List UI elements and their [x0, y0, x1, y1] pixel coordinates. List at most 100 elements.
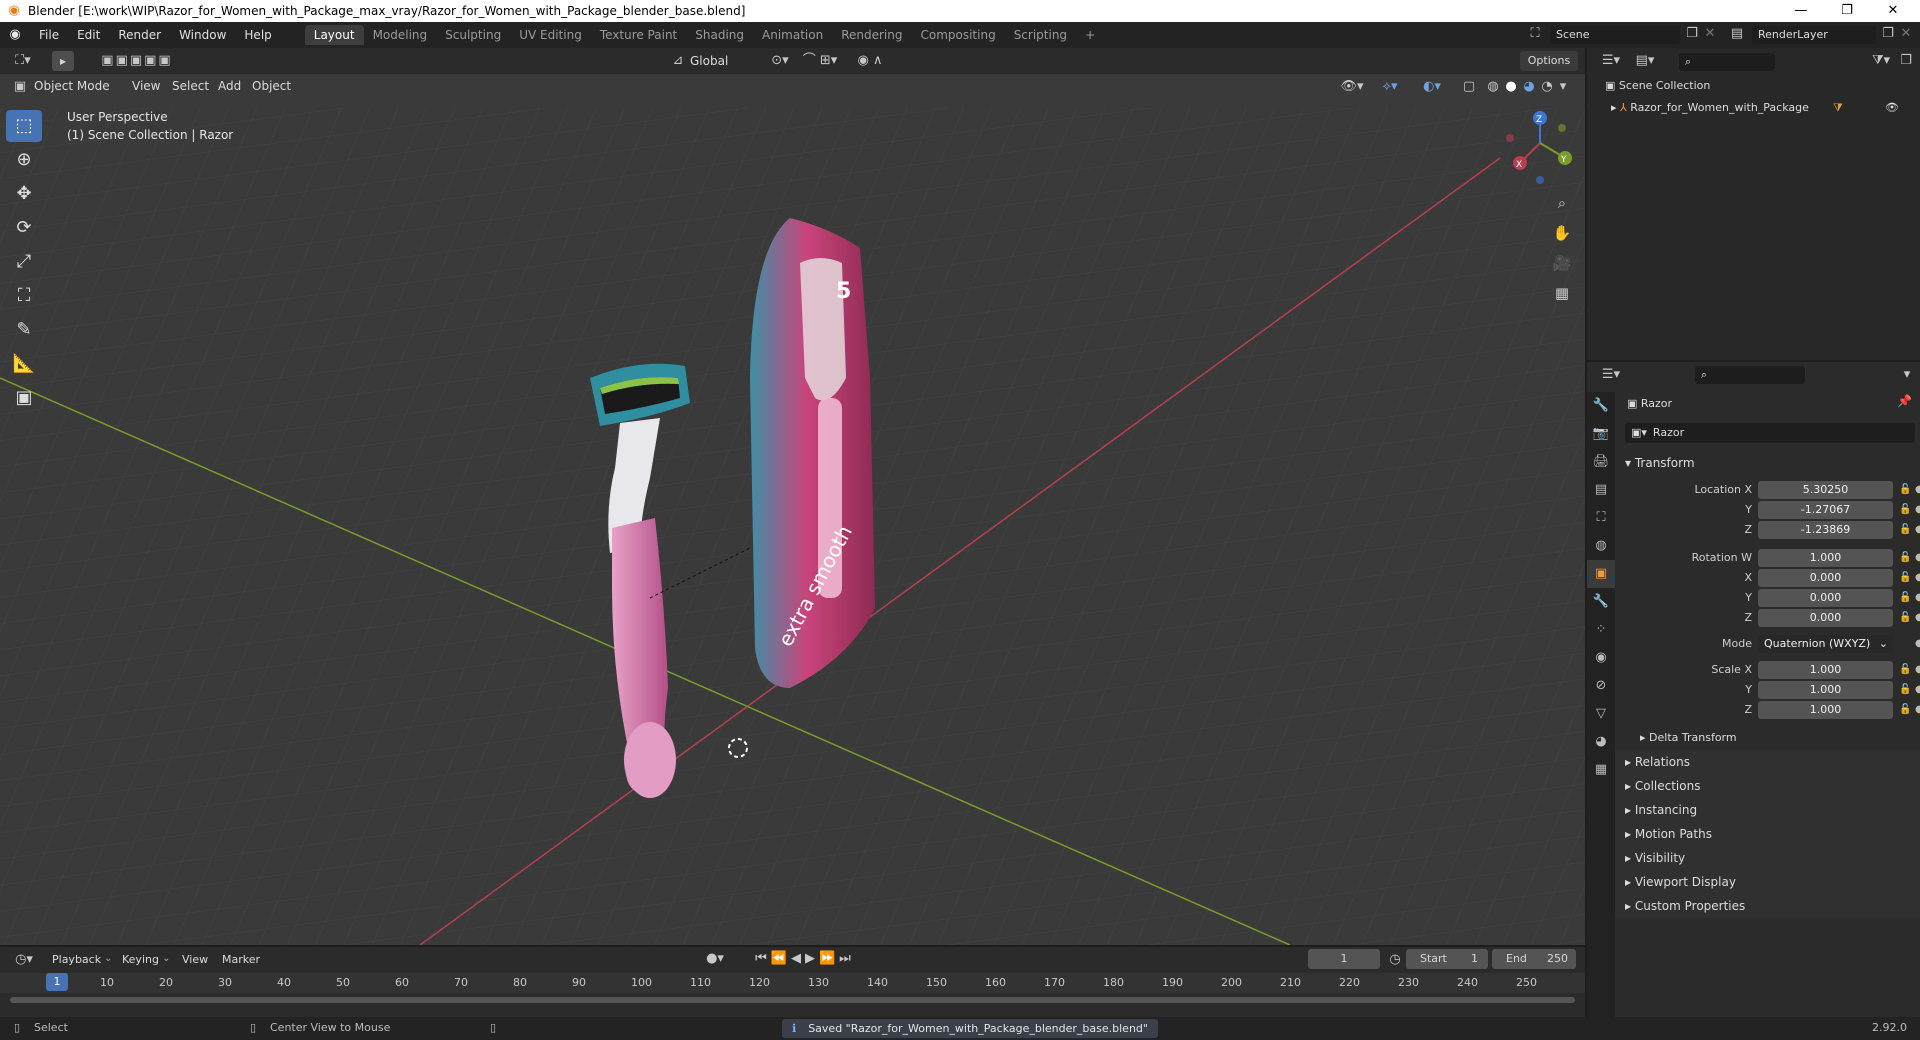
panel-motion-paths[interactable]: ▸ Motion Paths — [1615, 822, 1920, 846]
menu-file[interactable]: File — [30, 22, 68, 48]
tab-uv-editing[interactable]: UV Editing — [510, 25, 591, 45]
pin-icon[interactable]: 📌 — [1897, 394, 1912, 408]
menu-marker[interactable]: Marker — [222, 953, 260, 966]
record-icon[interactable]: ●▾ — [700, 950, 730, 968]
view-layer-selector[interactable]: RenderLayer — [1752, 26, 1876, 44]
keyframe-dot-icon[interactable]: ● — [1915, 520, 1920, 540]
menu-playback[interactable]: Playback — [52, 953, 101, 966]
outliner-item[interactable]: ▸ ⅄ Razor_for_Women_with_Package ⧩ 👁 — [1611, 98, 1911, 118]
lock-icon[interactable]: 🔓 — [1899, 700, 1911, 720]
editor-type-icon[interactable]: ⛶▾ — [10, 52, 36, 70]
timeline-scrollbar[interactable] — [10, 997, 1575, 1003]
minimize-button[interactable]: — — [1778, 0, 1824, 22]
orientation-selector[interactable]: Global — [690, 54, 728, 68]
end-frame-field[interactable]: End 250 — [1492, 949, 1576, 969]
view-layer-icon[interactable]: ▤ — [1726, 25, 1748, 43]
delete-scene-icon[interactable]: ✕ — [1702, 25, 1718, 43]
menu-view[interactable]: View — [182, 953, 208, 966]
particles-tab-icon[interactable]: ⁘ — [1587, 616, 1615, 644]
ortho-grid-icon[interactable]: ▦ — [1550, 284, 1574, 302]
overlay-toggle-icon[interactable]: ◐▾ — [1414, 78, 1450, 96]
lock-icon[interactable]: 🔓 — [1899, 660, 1911, 680]
physics-tab-icon[interactable]: ◉ — [1587, 644, 1615, 672]
menu-keying[interactable]: Keying — [122, 953, 159, 966]
texture-tab-icon[interactable]: ▦ — [1587, 756, 1615, 784]
output-tab-icon[interactable]: 🖨 — [1587, 448, 1615, 476]
clock-icon[interactable]: ◷ — [1386, 951, 1404, 969]
new-view-layer-icon[interactable]: ❐ — [1878, 25, 1898, 43]
scene-tab-icon[interactable]: ⛶ — [1587, 504, 1615, 532]
menu-help[interactable]: Help — [235, 22, 280, 48]
tab-rendering[interactable]: Rendering — [832, 25, 911, 45]
frame-ruler[interactable]: 1 10 20 30 40 50 60 70 80 90 100 110 120 130 140 150 16… — [0, 973, 1585, 993]
panel-relations[interactable]: ▸ Relations — [1615, 750, 1920, 774]
keyframe-dot-icon[interactable]: ● — [1915, 588, 1920, 608]
keyframe-dot-icon[interactable]: ● — [1915, 480, 1920, 500]
current-frame-field[interactable]: 1 — [1308, 949, 1380, 969]
menu-render[interactable]: Render — [109, 22, 170, 48]
rendered-shading-icon[interactable]: ◔ — [1538, 78, 1556, 96]
lock-icon[interactable]: 🔓 — [1899, 608, 1911, 628]
lock-icon[interactable]: 🔓 — [1899, 588, 1911, 608]
tool-tab-icon[interactable]: 🔧 — [1587, 392, 1615, 420]
new-collection-icon[interactable]: ❐ — [1897, 52, 1915, 70]
menu-window[interactable]: Window — [170, 22, 235, 48]
close-button[interactable]: ✕ — [1870, 0, 1916, 22]
tab-animation[interactable]: Animation — [753, 25, 832, 45]
3d-viewport[interactable]: 5 extra smooth Z X Y — [0, 48, 1585, 945]
move-tool-icon[interactable]: ✥ — [6, 178, 42, 210]
lock-icon[interactable]: 🔓 — [1899, 520, 1911, 540]
outliner-editor-icon[interactable]: ☰▾ — [1597, 52, 1625, 70]
constraints-tab-icon[interactable]: ⊘ — [1587, 672, 1615, 700]
selection-mode-icons[interactable]: ▣▣▣▣▣ — [92, 52, 182, 70]
camera-view-icon[interactable]: 🎥 — [1550, 254, 1574, 272]
properties-editor-icon[interactable]: ☰▾ — [1597, 366, 1625, 384]
add-workspace-button[interactable]: + — [1076, 25, 1104, 45]
delete-view-layer-icon[interactable]: ✕ — [1898, 25, 1914, 43]
panel-visibility[interactable]: ▸ Visibility — [1615, 846, 1920, 870]
tab-texture-paint[interactable]: Texture Paint — [591, 25, 686, 45]
keyframe-dot-icon[interactable]: ● — [1915, 634, 1920, 654]
zoom-icon[interactable]: ⌕ — [1550, 194, 1574, 212]
filter-icon[interactable]: ⧩▾ — [1867, 52, 1895, 70]
menu-select[interactable]: Select — [172, 79, 209, 93]
snap-icon[interactable]: ⌒ ⊞▾ — [790, 52, 850, 70]
scale-y-field[interactable]: 1.000 — [1758, 681, 1893, 699]
location-y-field[interactable]: -1.27067 — [1758, 501, 1893, 519]
keyframe-dot-icon[interactable]: ● — [1915, 608, 1920, 628]
keyframe-dot-icon[interactable]: ● — [1915, 680, 1920, 700]
menu-add[interactable]: Add — [218, 79, 241, 93]
scene-selector[interactable]: Scene — [1550, 26, 1680, 44]
annotate-tool-icon[interactable]: ✎ — [6, 314, 42, 346]
tab-layout[interactable]: Layout — [304, 25, 364, 45]
modifier-tab-icon[interactable]: 🔧 — [1587, 588, 1615, 616]
solid-shading-icon[interactable]: ● — [1502, 78, 1520, 96]
scale-z-field[interactable]: 1.000 — [1758, 701, 1893, 719]
location-z-field[interactable]: -1.23869 — [1758, 521, 1893, 539]
rotation-y-field[interactable]: 0.000 — [1758, 589, 1893, 607]
xray-toggle-icon[interactable]: ▢ — [1460, 78, 1478, 96]
view-layer-tab-icon[interactable]: ▤ — [1587, 476, 1615, 504]
blender-menu-icon[interactable]: ◉ — [0, 26, 30, 44]
timeline-editor-icon[interactable]: ◷▾ — [10, 951, 38, 969]
material-shading-icon[interactable]: ◕ — [1520, 78, 1538, 96]
panel-instancing[interactable]: ▸ Instancing — [1615, 798, 1920, 822]
tab-modeling[interactable]: Modeling — [364, 25, 437, 45]
keyframe-dot-icon[interactable]: ● — [1915, 500, 1920, 520]
rotate-tool-icon[interactable]: ⟳ — [6, 212, 42, 244]
playback-controls-icon[interactable]: ⏮⏪◀▶⏩⏭ — [745, 950, 865, 968]
transform-panel-header[interactable]: ▾ Transform — [1615, 451, 1920, 475]
delta-transform-header[interactable]: ▸ Delta Transform — [1615, 726, 1920, 750]
panel-collections[interactable]: ▸ Collections — [1615, 774, 1920, 798]
playhead[interactable]: 1 — [46, 973, 68, 991]
properties-search-input[interactable]: ⌕ — [1695, 366, 1805, 384]
location-x-field[interactable]: 5.30250 — [1758, 481, 1893, 499]
scale-tool-icon[interactable]: ⤢ — [6, 246, 42, 278]
gizmo-toggle-icon[interactable]: ⟡▾ — [1372, 78, 1408, 96]
options-button[interactable]: Options — [1520, 51, 1578, 71]
shading-options-icon[interactable]: ▾ — [1556, 78, 1570, 96]
keyframe-dot-icon[interactable]: ● — [1915, 548, 1920, 568]
panel-custom-properties[interactable]: ▸ Custom Properties — [1615, 894, 1920, 918]
lock-icon[interactable]: 🔓 — [1899, 568, 1911, 588]
menu-object[interactable]: Object — [252, 79, 291, 93]
